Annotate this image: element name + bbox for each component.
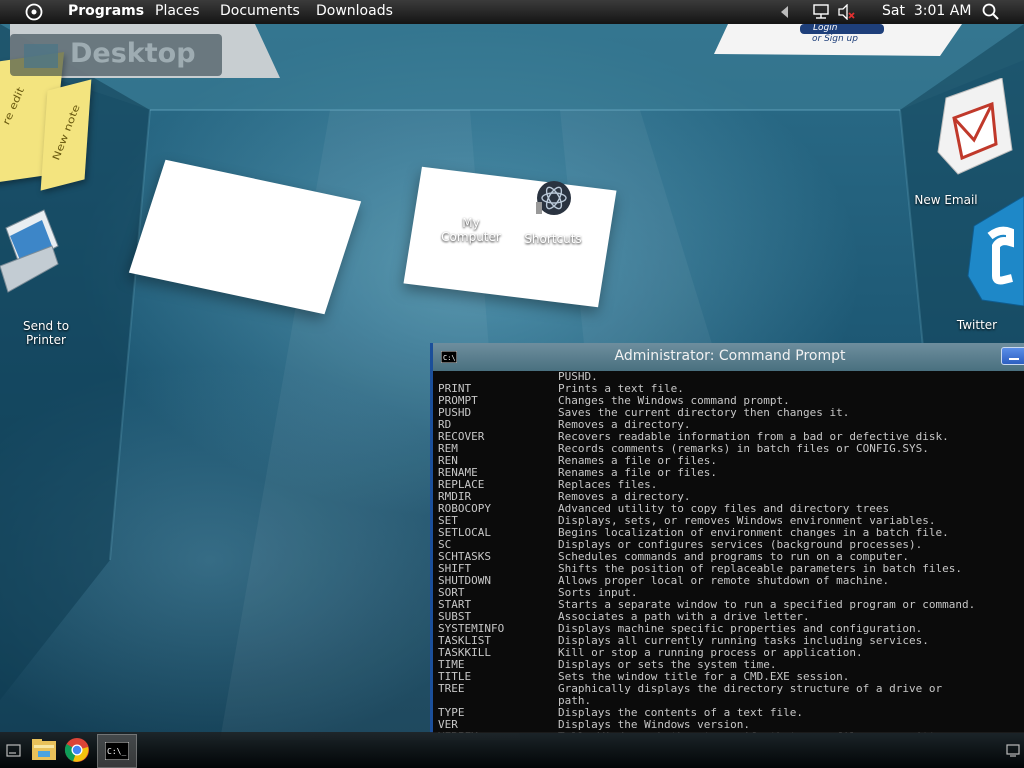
menu-documents[interactable]: Documents	[220, 3, 300, 19]
taskbar-cmd-button[interactable]: C:\_	[97, 734, 137, 768]
cmd-line-command: TREE	[438, 682, 465, 695]
cmd-output[interactable]: PUSHD. PRINT Prints a text file. PROMPT Chan…	[438, 371, 1024, 733]
twitter-icon[interactable]	[964, 196, 1024, 306]
email-icon[interactable]	[932, 78, 1016, 182]
left-arrow-icon[interactable]	[780, 6, 790, 18]
shortcuts-icon[interactable]	[532, 180, 576, 220]
clock[interactable]: Sat 3:01 AM	[882, 3, 971, 19]
volume-muted-icon[interactable]	[838, 4, 856, 20]
sticky-note-new-text: New note	[49, 104, 83, 161]
signup-label[interactable]: or Sign up	[812, 34, 858, 44]
send-to-printer-label[interactable]: Send to Printer	[14, 319, 78, 347]
minimize-button[interactable]	[1001, 347, 1024, 365]
desktop-title-bar: Desktop	[10, 34, 222, 76]
printer-icon[interactable]	[0, 206, 62, 298]
circle-logo-icon[interactable]	[25, 3, 43, 21]
network-icon[interactable]	[813, 4, 831, 20]
top-bar: Programs Places Documents Downloads Sat …	[0, 0, 1024, 24]
command-prompt-icon: C:\_	[105, 742, 129, 760]
sticky-note-edit-text: re edit	[0, 86, 28, 126]
menu-downloads[interactable]: Downloads	[316, 3, 393, 19]
twitter-label[interactable]: Twitter	[944, 318, 1010, 332]
search-icon[interactable]	[982, 3, 1000, 21]
my-computer-label[interactable]: My Computer	[440, 216, 502, 244]
taskbar: C:\_	[0, 732, 1024, 768]
sticky-note-new[interactable]: New note	[40, 79, 92, 191]
command-prompt-window[interactable]: C:\ Administrator: Command Prompt PUSHD.…	[430, 343, 1024, 733]
notifications-icon[interactable]	[1006, 743, 1020, 757]
minimize-icon	[1009, 358, 1019, 360]
shortcuts-label[interactable]: Shortcuts	[520, 232, 586, 246]
svg-text:C:\_: C:\_	[107, 747, 126, 756]
file-explorer-icon[interactable]	[30, 737, 58, 763]
cmd-title-bar[interactable]: C:\ Administrator: Command Prompt	[433, 343, 1024, 371]
cmd-line-description: Graphically displays the directory struc…	[558, 682, 943, 695]
folder-icon	[24, 44, 58, 68]
show-desktop-icon[interactable]	[6, 744, 22, 758]
login-label[interactable]: Login	[813, 23, 837, 33]
desktop-title: Desktop	[70, 38, 196, 69]
cmd-title: Administrator: Command Prompt	[614, 348, 846, 364]
menu-places[interactable]: Places	[155, 3, 200, 19]
menu-programs[interactable]: Programs	[68, 3, 144, 19]
chrome-icon[interactable]	[64, 737, 90, 763]
